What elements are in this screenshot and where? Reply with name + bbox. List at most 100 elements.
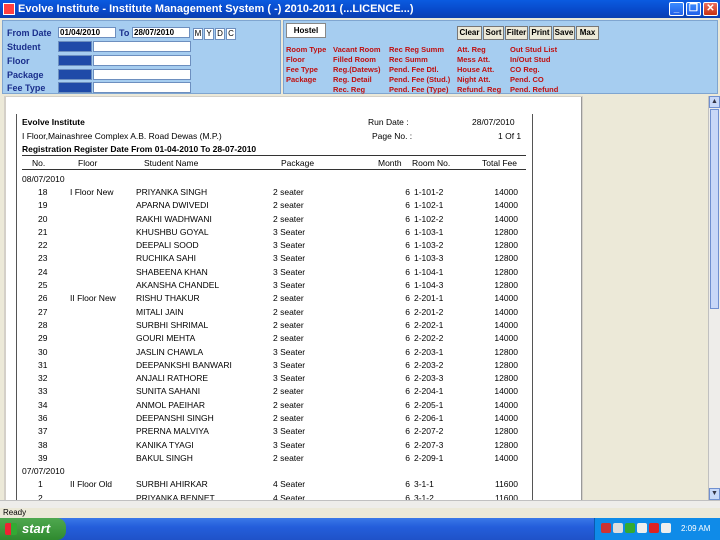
print-button[interactable]: Print	[529, 26, 552, 40]
tray-update-icon[interactable]	[661, 523, 671, 533]
row-room-no: 1-104-1	[414, 266, 444, 277]
link-vacant-room[interactable]: Vacant Room	[333, 45, 381, 54]
link-floor[interactable]: Floor	[286, 55, 305, 64]
student-code-field[interactable]	[58, 41, 92, 52]
package-code-field[interactable]	[58, 69, 92, 80]
filter-button[interactable]: Filter	[505, 26, 528, 40]
col-header-package: Package	[281, 158, 315, 168]
link-pend-refund[interactable]: Pend. Refund	[510, 85, 558, 94]
link-reg-detail[interactable]: Reg. Detail	[333, 75, 372, 84]
close-icon[interactable]: ✕	[703, 2, 718, 16]
package-field[interactable]	[93, 69, 191, 80]
tray-app-icon[interactable]	[601, 523, 611, 533]
link-pend-co[interactable]: Pend. CO	[510, 75, 544, 84]
scroll-thumb[interactable]	[710, 109, 719, 309]
floor-code-field[interactable]	[58, 55, 92, 66]
tab-hostel[interactable]: Hostel	[286, 23, 326, 38]
institute-name: Evolve Institute	[22, 117, 85, 127]
link-reg-datews[interactable]: Reg.(Datews)	[333, 65, 381, 74]
restore-icon[interactable]: ❐	[686, 2, 701, 16]
student-field[interactable]	[93, 41, 191, 52]
status-bar: Ready	[0, 508, 720, 518]
row-room-no: 1-102-2	[414, 213, 444, 224]
save-button[interactable]: Save	[553, 26, 575, 40]
floor-field[interactable]	[93, 55, 191, 66]
row-student-name: SHABEENA KHAN	[136, 266, 208, 277]
row-no: 29	[38, 333, 48, 344]
sort-button[interactable]: Sort	[483, 26, 504, 40]
row-month: 6	[405, 293, 410, 304]
row-no: 19	[38, 200, 48, 211]
start-button[interactable]: start	[0, 518, 66, 540]
taskbar: start 2:09 AM	[0, 518, 720, 540]
link-att-reg[interactable]: Att. Reg	[457, 45, 486, 54]
row-total-fee: 12800	[494, 439, 518, 450]
tray-antivirus-icon[interactable]	[625, 523, 635, 533]
link-out-stud-list[interactable]: Out Stud List	[510, 45, 557, 54]
table-row: 24 SHABEENA KHAN 3 Seater 6 1-104-1 12800	[22, 265, 518, 278]
row-no: 31	[38, 359, 48, 370]
scroll-down-icon[interactable]: ▼	[709, 488, 720, 500]
link-rec-summ[interactable]: Rec Summ	[389, 55, 428, 64]
link-fee-type[interactable]: Fee Type	[286, 65, 318, 74]
link-rec-reg[interactable]: Rec. Reg	[333, 85, 365, 94]
fee-type-label: Fee Type	[7, 83, 46, 93]
fee-type-field[interactable]	[93, 82, 191, 93]
col-header-student-name: Student Name	[144, 158, 199, 168]
link-mess-att[interactable]: Mess Att.	[457, 55, 490, 64]
row-package: 2 seater	[273, 412, 304, 423]
link-filled-room[interactable]: Filled Room	[333, 55, 376, 64]
row-floor	[70, 212, 136, 225]
scroll-up-icon[interactable]: ▲	[709, 96, 720, 108]
horizontal-scrollbar[interactable]	[0, 500, 720, 508]
row-total-fee: 12800	[494, 266, 518, 277]
minimize-icon[interactable]: _	[669, 2, 684, 16]
row-no: 18	[38, 186, 48, 197]
run-date-value: 28/07/2010	[472, 117, 515, 127]
row-student-name: KHUSHBU GOYAL	[136, 226, 209, 237]
link-in-out-stud[interactable]: In/Out Stud	[510, 55, 550, 64]
row-total-fee: 14000	[494, 412, 518, 423]
row-package: 3 Seater	[273, 240, 306, 251]
clear-button[interactable]: Clear	[457, 26, 482, 40]
tray-network-icon[interactable]	[613, 523, 623, 533]
row-floor	[70, 318, 136, 331]
page-no-label: Page No. :	[372, 131, 413, 141]
day-button[interactable]: D	[215, 28, 225, 40]
row-room-no: 1-104-3	[414, 280, 444, 291]
max-button[interactable]: Max	[576, 26, 599, 40]
header-rule-bottom	[22, 169, 526, 170]
row-month: 6	[405, 186, 410, 197]
month-button[interactable]: M	[193, 28, 203, 40]
link-night-att[interactable]: Night Att.	[457, 75, 490, 84]
row-floor	[70, 438, 136, 451]
row-month: 6	[405, 240, 410, 251]
link-pend-fee-type[interactable]: Pend. Fee (Type)	[389, 85, 448, 94]
link-rec-reg-summ[interactable]: Rec Reg Summ	[389, 45, 444, 54]
row-student-name: PRIYANKA SINGH	[136, 186, 208, 197]
from-date-field[interactable]: 01/04/2010	[58, 27, 116, 38]
tray-volume-icon[interactable]	[637, 523, 647, 533]
title-bar: Evolve Institute - Institute Management …	[0, 0, 720, 18]
row-package: 3 Seater	[273, 439, 306, 450]
link-package[interactable]: Package	[286, 75, 316, 84]
table-row: 38 KANIKA TYAGI 3 Seater 6 2-207-3 12800	[22, 438, 518, 451]
link-pend-fee-stud[interactable]: Pend. Fee (Stud.)	[389, 75, 450, 84]
custom-button[interactable]: C	[226, 28, 236, 40]
row-total-fee: 14000	[494, 186, 518, 197]
link-pend-fee-dtl[interactable]: Pend. Fee Dtl.	[389, 65, 439, 74]
year-button[interactable]: Y	[204, 28, 214, 40]
row-month: 6	[405, 200, 410, 211]
tray-security-icon[interactable]	[649, 523, 659, 533]
row-month: 6	[405, 426, 410, 437]
vertical-scrollbar[interactable]: ▲ ▼	[708, 96, 720, 500]
taskbar-clock: 2:09 AM	[681, 524, 711, 533]
link-room-type[interactable]: Room Type	[286, 45, 326, 54]
row-month: 6	[405, 226, 410, 237]
to-date-field[interactable]: 28/07/2010	[132, 27, 190, 38]
link-co-reg[interactable]: CO Reg.	[510, 65, 540, 74]
link-house-att[interactable]: House Att.	[457, 65, 494, 74]
link-refund-reg[interactable]: Refund. Reg	[457, 85, 501, 94]
row-student-name: DEEPANSHI SINGH	[136, 412, 214, 423]
fee-type-code-field[interactable]	[58, 82, 92, 93]
